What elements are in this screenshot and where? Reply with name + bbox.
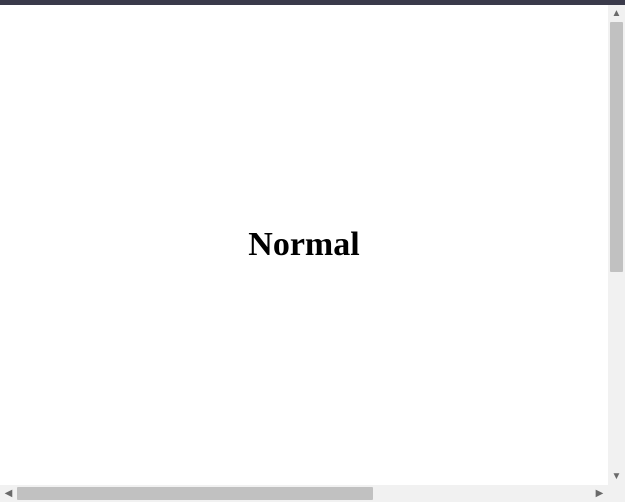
horizontal-scroll-thumb[interactable] [17, 487, 373, 500]
scrollbar-corner [608, 485, 625, 502]
scroll-down-arrow-icon[interactable]: ▼ [608, 468, 625, 485]
vertical-scrollbar[interactable]: ▲ ▼ [608, 5, 625, 485]
center-label: Normal [248, 226, 359, 264]
vertical-scroll-thumb[interactable] [610, 22, 623, 272]
horizontal-scroll-track[interactable] [17, 485, 591, 502]
scroll-up-arrow-icon[interactable]: ▲ [608, 5, 625, 22]
app-frame: Normal ▲ ▼ ◀ ▶ [0, 0, 625, 502]
content-viewport: Normal [0, 5, 608, 485]
scroll-left-arrow-icon[interactable]: ◀ [0, 485, 17, 502]
scroll-right-arrow-icon[interactable]: ▶ [591, 485, 608, 502]
vertical-scroll-track[interactable] [608, 22, 625, 468]
horizontal-scrollbar[interactable]: ◀ ▶ [0, 485, 608, 502]
